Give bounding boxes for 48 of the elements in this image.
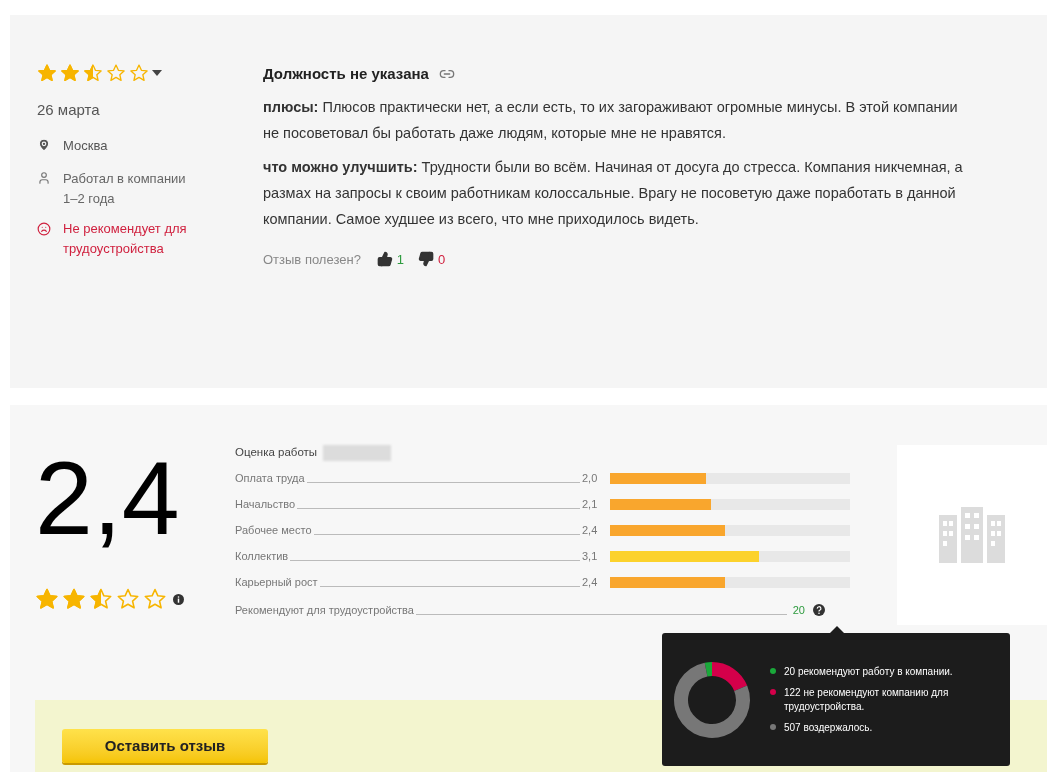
star-icon [37,63,57,83]
star-icon [60,63,80,83]
review-date: 26 марта [37,100,101,120]
tenure-text: Работал в компании 1–2 года [63,170,187,208]
rating-label: Карьерный рост [235,574,318,590]
thumbs-up-icon[interactable] [376,251,393,268]
blurred-company-name [323,445,392,461]
legend-text: 20 рекомендуют работу в компании. [784,664,953,679]
city-text: Москва [63,136,108,155]
score-value: 2,4 [35,443,181,553]
recommend-count: 20 [792,602,805,618]
star-icon [62,587,86,611]
thumbs-down-icon[interactable] [418,251,435,268]
legend-text: 507 воздержалось. [784,720,873,735]
review-paragraph: плюсы: Плюсов практически нет, а если есть, то их загораживают огромные минусы. В этой компании не посоветовал бы работать даже людям, которые мне не нравятся. [263,97,959,143]
dislikes-count: 0 [438,250,446,269]
star-icon [83,63,103,83]
recommendation-text: Не рекомендует для трудоустройства [63,220,188,258]
rating-value: 2,1 [582,496,599,512]
star-icon [89,587,113,611]
person-icon [37,171,51,185]
rating-label: Оплата труда [235,470,305,486]
rating-value: 2,0 [582,470,599,486]
position-title: Должность не указана [263,64,429,84]
likes-count: 1 [396,250,405,269]
sad-face-icon [37,222,51,236]
caret-icon[interactable] [152,70,162,76]
star-icon [143,587,167,611]
help-icon[interactable] [813,604,825,616]
star-icon [129,63,149,83]
rating-value: 2,4 [582,574,599,590]
location-icon [37,138,51,153]
legend-text: 122 не рекомендуют компанию для трудоустройства. [784,685,950,714]
rating-label: Начальство [235,496,296,512]
rating-label: Рабочее место [235,522,312,538]
star-icon [116,587,140,611]
ratings-title: Оценка работы [235,445,318,461]
building-icon [939,507,1005,563]
review-paragraph: что можно улучшить: Трудности были во всём. Начиная от досуга до стресса. Компания никчемная, а размах на запросы к своим работникам колоссальные. Врагу не посоветую даже поработать в данной компании. Самое худшее из всего, что мне приходилось видеть. [263,157,963,229]
rating-label: Коллектив [235,548,289,564]
recommend-label: Рекомендуют для трудоустройства [235,602,414,618]
info-icon[interactable] [173,593,184,605]
star-icon [106,63,126,83]
leave-review-button[interactable]: Оставить отзыв [62,729,268,763]
rating-value: 2,4 [582,522,599,538]
rating-value: 3,1 [582,548,599,564]
helpful-question: Отзыв полезен? [263,250,361,269]
star-icon [35,587,59,611]
